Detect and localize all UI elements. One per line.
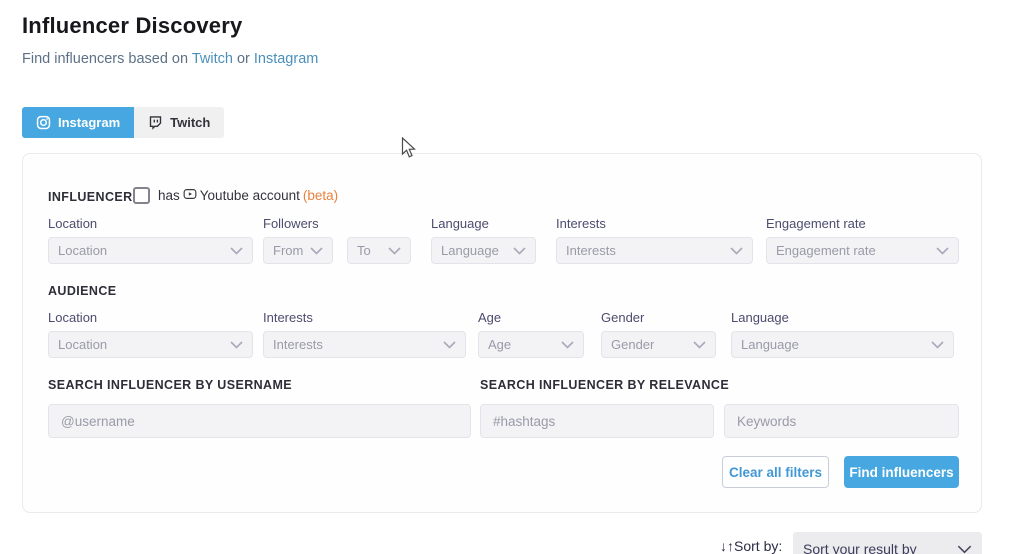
audience-language-field: Language Language	[731, 310, 954, 358]
influencer-followers-label: Followers	[263, 216, 319, 231]
chevron-down-icon	[730, 246, 743, 255]
influencer-location-select[interactable]: Location	[48, 237, 253, 264]
audience-section-heading: AUDIENCE	[48, 284, 117, 298]
engagement-rate-placeholder: Engagement rate	[776, 243, 876, 258]
sort-by-select[interactable]: Sort your result by	[793, 532, 982, 554]
subtitle-twitch-link[interactable]: Twitch	[192, 51, 233, 67]
sort-by-label: ↓↑Sort by:	[720, 538, 783, 554]
followers-to-placeholder: To	[357, 243, 371, 258]
audience-language-placeholder: Language	[741, 337, 799, 352]
chevron-down-icon	[310, 246, 323, 255]
audience-interests-placeholder: Interests	[273, 337, 323, 352]
chevron-down-icon	[230, 246, 243, 255]
influencer-discovery-page: Influencer Discovery Find influencers ba…	[0, 0, 1024, 554]
influencer-language-select[interactable]: Language	[431, 237, 536, 264]
username-input[interactable]: @username	[48, 404, 471, 438]
followers-to-select[interactable]: To	[347, 237, 411, 264]
engagement-rate-label: Engagement rate	[766, 216, 866, 231]
audience-age-field: Age Age	[478, 310, 584, 358]
keywords-input[interactable]: Keywords	[724, 404, 959, 438]
username-placeholder: @username	[61, 413, 135, 429]
chevron-down-icon	[230, 340, 243, 349]
audience-location-placeholder: Location	[58, 337, 108, 352]
audience-gender-field: Gender Gender	[601, 310, 716, 358]
engagement-rate-select[interactable]: Engagement rate	[766, 237, 959, 264]
platform-tabs: Instagram Twitch	[22, 107, 225, 138]
influencer-location-label: Location	[48, 216, 98, 231]
audience-gender-label: Gender	[601, 310, 645, 325]
engagement-rate-field: Engagement rate Engagement rate	[766, 216, 959, 264]
influencer-language-field: Language Language	[431, 216, 536, 264]
tab-twitch[interactable]: Twitch	[134, 107, 225, 138]
audience-age-select[interactable]: Age	[478, 331, 584, 358]
influencer-followers-field: Followers From To	[263, 216, 411, 264]
audience-age-placeholder: Age	[488, 337, 512, 352]
influencer-interests-label: Interests	[556, 216, 606, 231]
audience-language-label: Language	[731, 310, 789, 325]
chevron-down-icon	[957, 545, 972, 553]
influencer-interests-field: Interests Interests	[556, 216, 753, 264]
audience-gender-select[interactable]: Gender	[601, 331, 716, 358]
followers-from-select[interactable]: From	[263, 237, 333, 264]
audience-gender-placeholder: Gender	[611, 337, 655, 352]
clear-all-filters-button[interactable]: Clear all filters	[722, 456, 829, 488]
youtube-account-label: has Youtube account (beta)	[158, 187, 338, 204]
chevron-down-icon	[513, 246, 526, 255]
audience-age-label: Age	[478, 310, 502, 325]
chevron-down-icon	[931, 340, 944, 349]
filters-panel: INFLUENCER has Youtube account (beta) Lo…	[22, 153, 982, 513]
chevron-down-icon	[388, 246, 401, 255]
search-relevance-heading: SEARCH INFLUENCER BY RELEVANCE	[480, 378, 730, 392]
youtube-label-beta: (beta)	[302, 188, 339, 203]
tab-instagram[interactable]: Instagram	[22, 107, 135, 138]
instagram-icon	[36, 115, 51, 130]
youtube-account-checkbox[interactable]	[133, 187, 150, 204]
influencer-language-placeholder: Language	[441, 243, 499, 258]
audience-location-field: Location Location	[48, 310, 253, 358]
audience-interests-select[interactable]: Interests	[263, 331, 466, 358]
influencer-location-placeholder: Location	[58, 243, 108, 258]
audience-interests-field: Interests Interests	[263, 310, 466, 358]
youtube-icon	[183, 187, 197, 204]
chevron-down-icon	[561, 340, 574, 349]
sort-by-value: Sort your result by	[803, 541, 917, 554]
find-influencers-button[interactable]: Find influencers	[844, 456, 959, 488]
youtube-label-has: has	[158, 188, 180, 203]
audience-interests-label: Interests	[263, 310, 313, 325]
chevron-down-icon	[443, 340, 456, 349]
influencer-location-field: Location Location	[48, 216, 253, 264]
influencer-section-heading: INFLUENCER	[48, 190, 133, 204]
audience-location-label: Location	[48, 310, 98, 325]
youtube-label-account: Youtube account	[199, 188, 300, 203]
chevron-down-icon	[693, 340, 706, 349]
hashtags-input[interactable]: #hashtags	[480, 404, 714, 438]
youtube-account-filter: has Youtube account (beta)	[133, 187, 338, 204]
influencer-interests-placeholder: Interests	[566, 243, 616, 258]
subtitle-instagram-link[interactable]: Instagram	[254, 51, 318, 67]
page-subtitle: Find influencers based on Twitch or Inst…	[22, 51, 318, 67]
subtitle-or: or	[232, 51, 254, 67]
twitch-icon	[148, 115, 163, 130]
tab-twitch-label: Twitch	[170, 115, 211, 130]
page-title: Influencer Discovery	[22, 13, 243, 38]
hashtags-placeholder: #hashtags	[493, 413, 556, 429]
search-username-heading: SEARCH INFLUENCER BY USERNAME	[48, 378, 293, 392]
audience-location-select[interactable]: Location	[48, 331, 253, 358]
tab-instagram-label: Instagram	[58, 115, 121, 130]
influencer-interests-select[interactable]: Interests	[556, 237, 753, 264]
subtitle-text: Find influencers based on	[22, 51, 192, 67]
keywords-placeholder: Keywords	[737, 413, 797, 429]
chevron-down-icon	[936, 246, 949, 255]
audience-language-select[interactable]: Language	[731, 331, 954, 358]
followers-from-placeholder: From	[273, 243, 304, 258]
influencer-language-label: Language	[431, 216, 489, 231]
